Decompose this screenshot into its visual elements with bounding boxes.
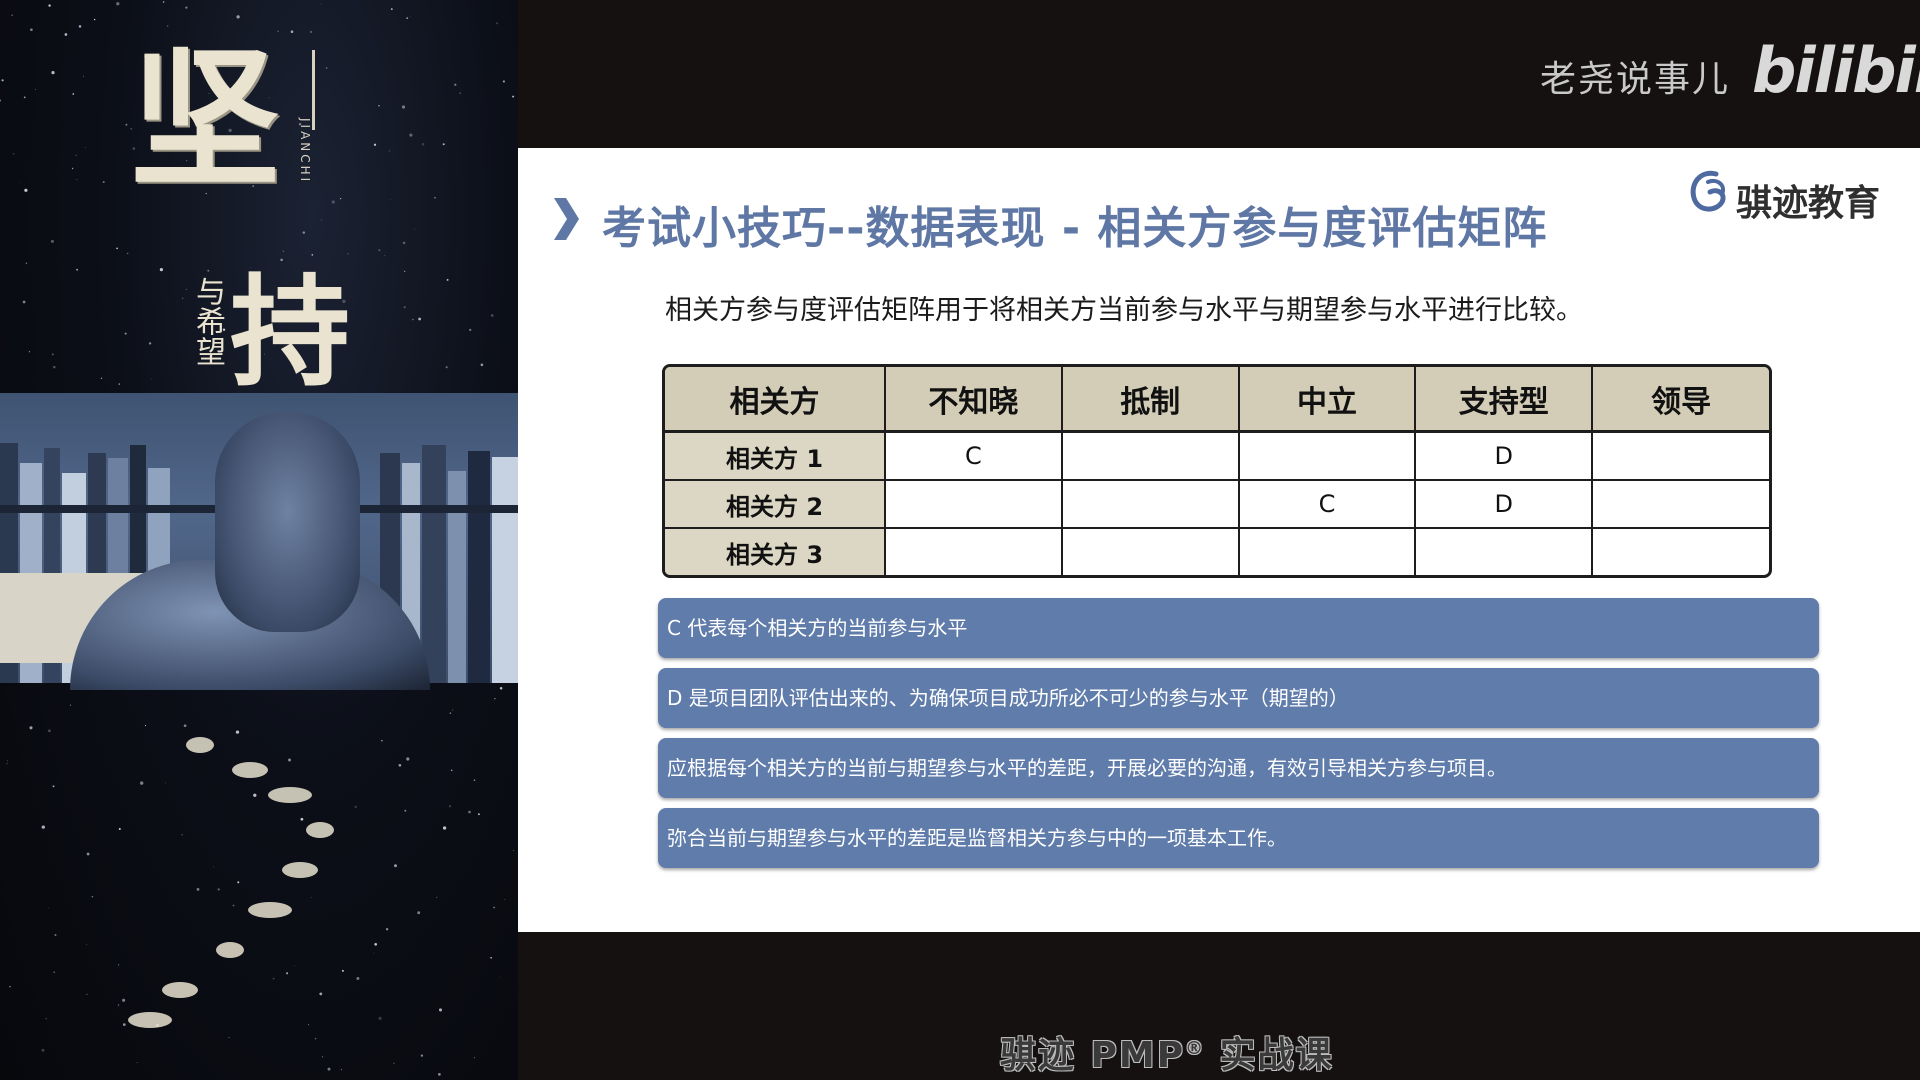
caption-suffix: 实战课 [1205,1035,1334,1076]
note-bar-current-level: C 代表每个相关方的当前参与水平 [658,598,1819,658]
channel-name: 老尧说事儿 [1540,59,1731,100]
table-header-row: 相关方 不知晓 抵制 中立 支持型 领导 [665,367,1769,433]
column-header: 领导 [1592,367,1769,433]
table-cell [1061,528,1240,575]
slide-intro-text: 相关方参与度评估矩阵用于将相关方当前参与水平与期望参与水平进行比较。 [665,295,1583,326]
table-cell [1592,480,1769,529]
note-bar-gap-monitoring: 弥合当前与期望参与水平的差距是监督相关方参与中的一项基本工作。 [658,808,1819,868]
table-cell: C [885,431,1063,481]
presenter-head [215,412,360,632]
column-header: 不知晓 [885,367,1063,433]
org-logo-text: 骐迹教育 [1736,183,1881,224]
caption-prefix: 骐迹 PMP [1000,1035,1186,1076]
table-cell [885,480,1063,529]
table-cell [1592,431,1769,481]
row-label: 相关方 3 [665,528,886,575]
table-cell [1061,480,1240,529]
table-row: 相关方 1 C D [665,431,1769,481]
chevron-right-icon [554,198,579,240]
poster-subtitle: 与希望 [190,276,225,366]
row-label: 相关方 2 [665,480,886,529]
registered-mark: ® [1185,1038,1206,1059]
bilibili-logo: bilibili [1752,34,1920,107]
engagement-matrix-table: 相关方 不知晓 抵制 中立 支持型 领导 相关方 1 C D 相关方 2 C D… [662,364,1772,578]
table-cell: D [1415,480,1594,529]
table-row: 相关方 2 C D [665,480,1769,529]
note-bar-gap-communication: 应根据每个相关方的当前与期望参与水平的差距，开展必要的沟通，有效引导相关方参与项… [658,738,1819,798]
poster-romanization: JIANCHI [298,118,312,185]
table-cell [1238,528,1417,575]
column-header: 抵制 [1061,367,1240,433]
poster-title-char2: 持 [230,262,350,403]
course-caption: 骐迹 PMP® 实战课 [1000,1026,1334,1078]
table-cell [1415,528,1594,575]
table-cell [1592,528,1769,575]
poster-title-char1: 坚 [130,32,281,208]
column-header: 相关方 [665,367,886,433]
table-cell: C [1238,480,1417,529]
table-cell [1238,431,1417,481]
column-header: 中立 [1238,367,1417,433]
swirl-logo-icon [1690,170,1726,212]
table-cell [1061,431,1240,481]
slide-title: 考试小技巧--数据表现 - 相关方参与度评估矩阵 [602,203,1548,254]
column-header: 支持型 [1415,367,1594,433]
row-label: 相关方 1 [665,431,886,481]
note-bar-desired-level: D 是项目团队评估出来的、为确保项目成功所必不可少的参与水平（期望的） [658,668,1819,728]
table-cell [885,528,1063,575]
table-row: 相关方 3 [665,528,1769,575]
table-cell: D [1415,431,1594,481]
